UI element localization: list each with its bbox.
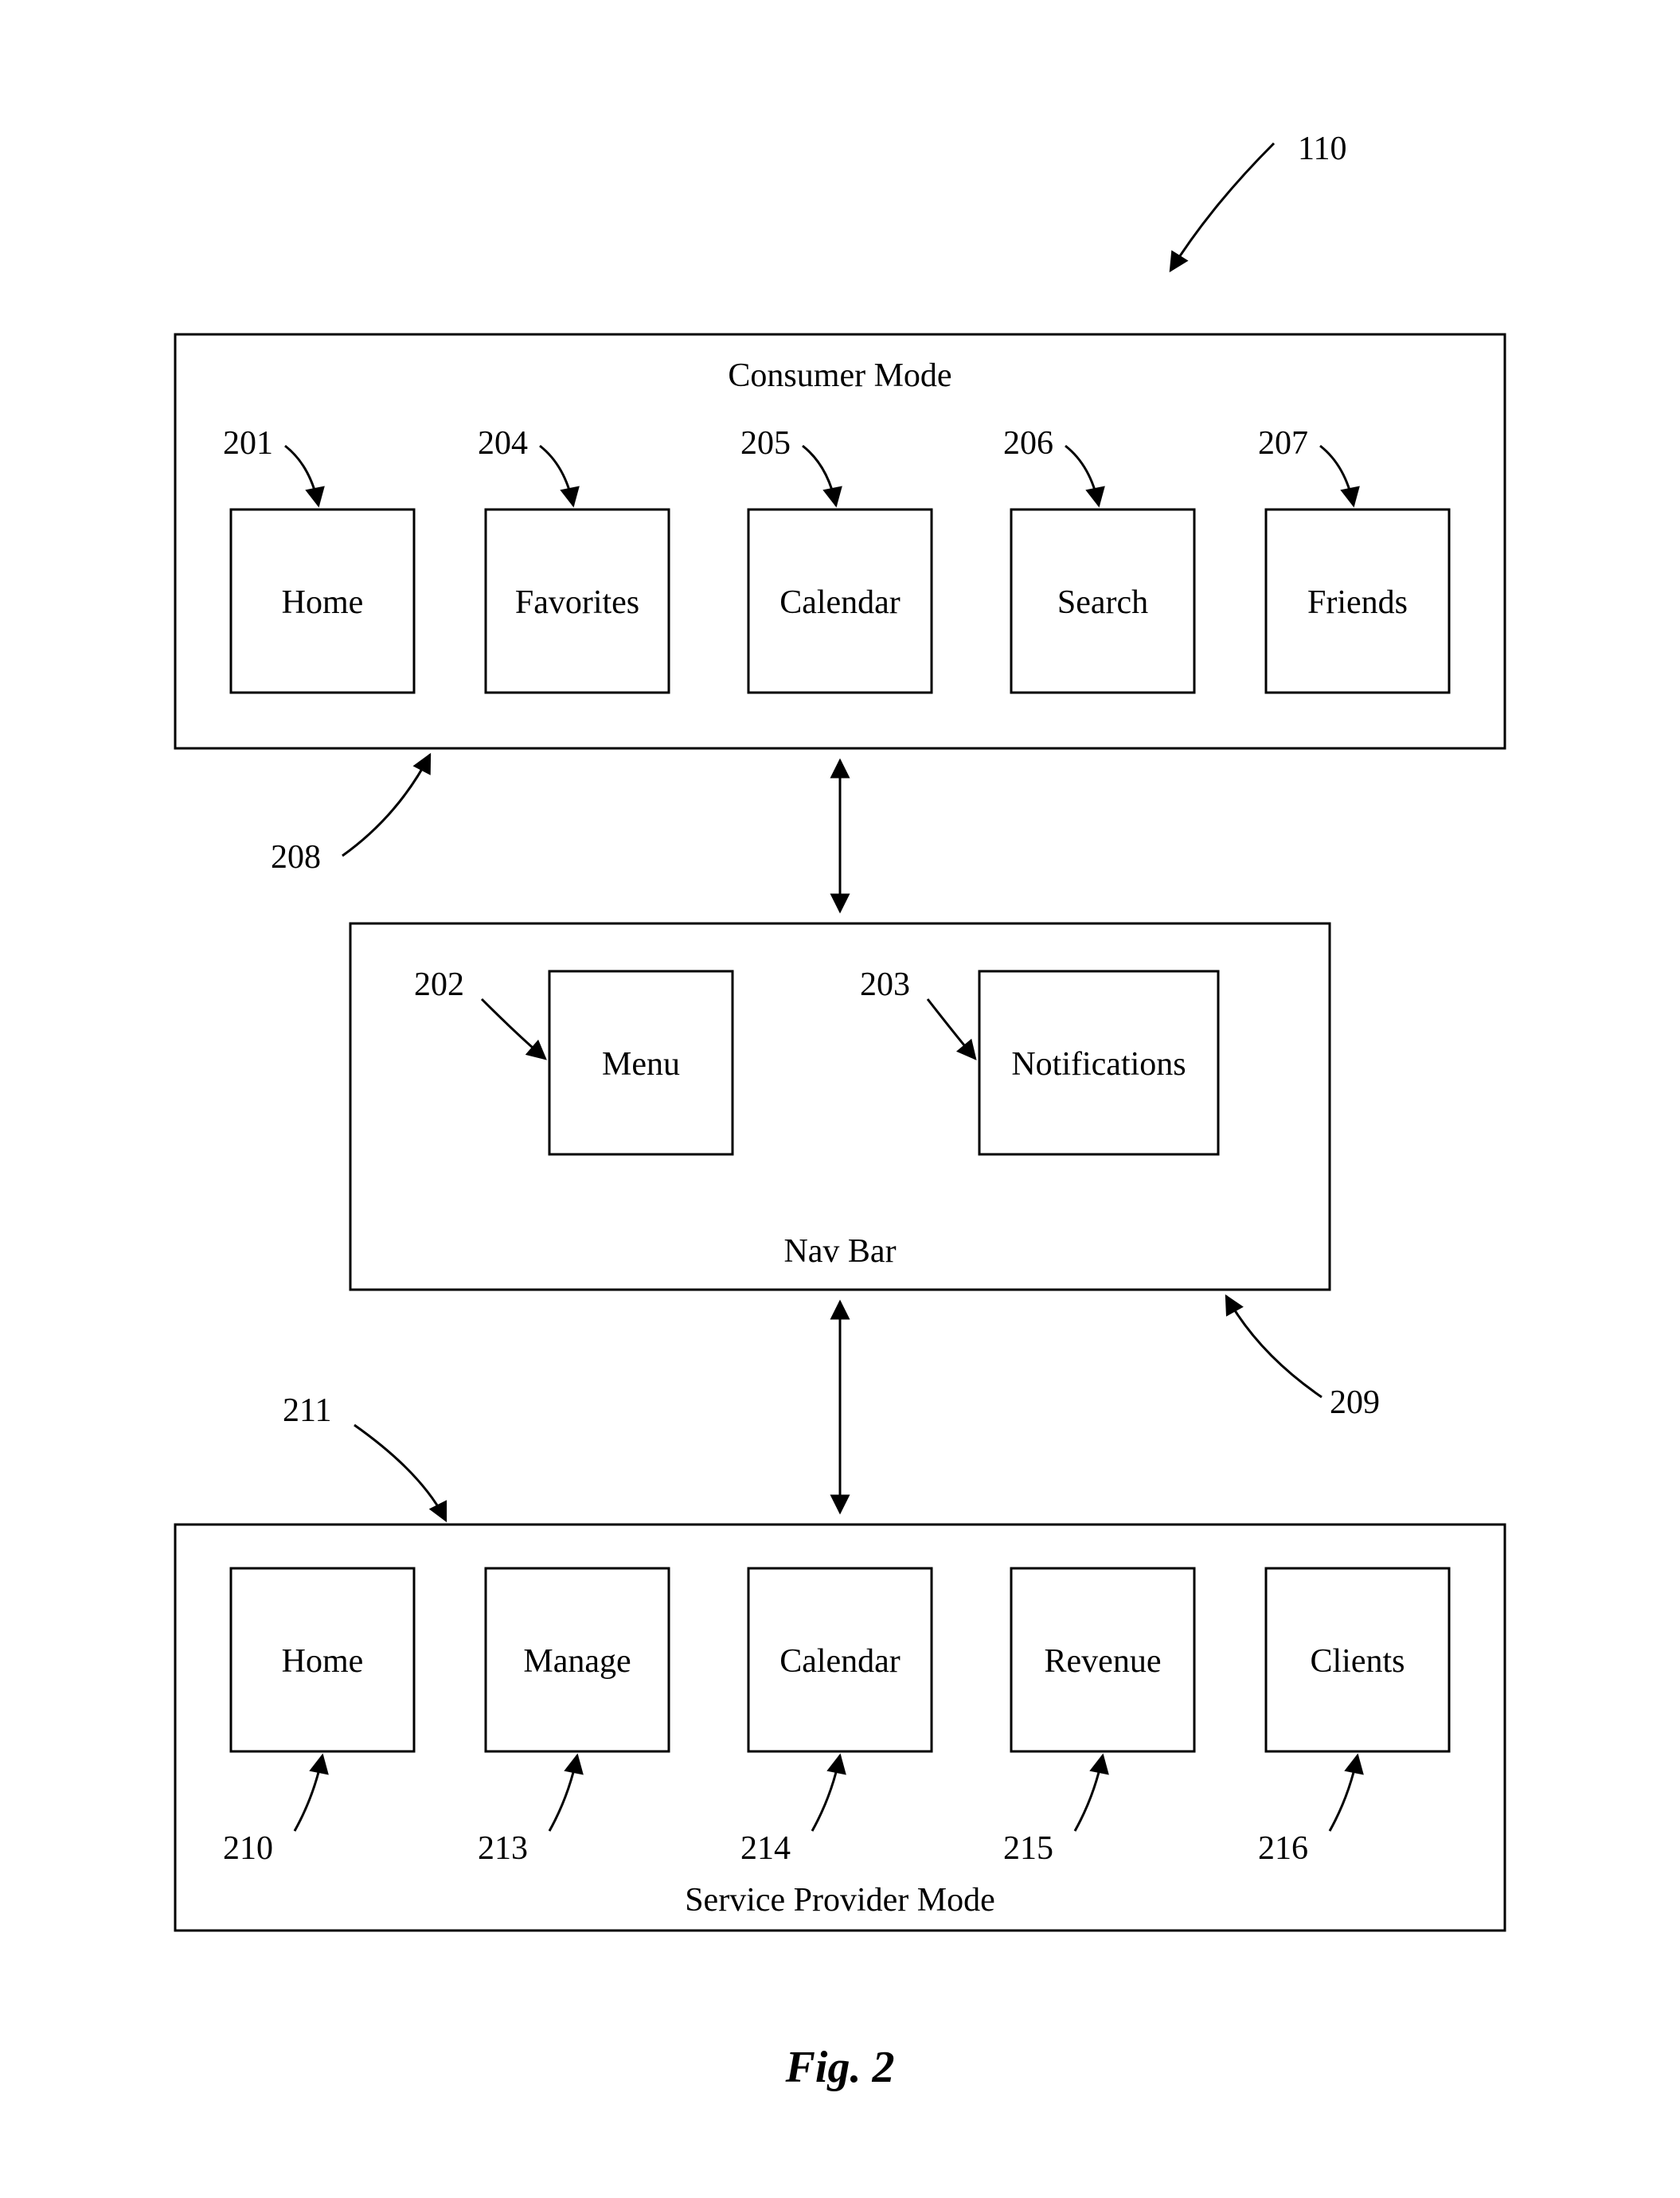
ref-214: 214 [740, 1830, 791, 1867]
svg-text:Calendar: Calendar [779, 584, 901, 621]
svg-text:Revenue: Revenue [1045, 1643, 1162, 1680]
ref-overall: 110 [1298, 131, 1346, 167]
provider-mode-container: Home 210 Manage 213 Calendar 214 Revenue… [175, 1525, 1505, 1931]
provider-box-clients: Clients 216 [1258, 1568, 1449, 1867]
navbar-title: Nav Bar [783, 1233, 896, 1270]
svg-text:Home: Home [282, 584, 364, 621]
ref-204: 204 [478, 425, 528, 462]
navbar-container: Nav Bar Menu 202 Notifications 203 [350, 923, 1330, 1290]
svg-text:Manage: Manage [523, 1643, 631, 1680]
svg-text:Menu: Menu [602, 1046, 680, 1083]
ref-205: 205 [740, 425, 791, 462]
provider-box-manage: Manage 213 [478, 1568, 669, 1867]
consumer-title: Consumer Mode [728, 357, 951, 394]
ref-216: 216 [1258, 1830, 1308, 1867]
ref-215: 215 [1003, 1830, 1053, 1867]
ref-206: 206 [1003, 425, 1053, 462]
consumer-box-favorites: Favorites 204 [478, 425, 669, 693]
ref-201: 201 [223, 425, 273, 462]
leader-209 [1226, 1296, 1322, 1397]
ref-211: 211 [283, 1392, 331, 1429]
svg-text:Clients: Clients [1310, 1643, 1405, 1680]
consumer-box-calendar: Calendar 205 [740, 425, 932, 693]
svg-text:Search: Search [1057, 584, 1148, 621]
leader-overall [1170, 143, 1274, 271]
consumer-box-home: Home 201 [223, 425, 414, 693]
consumer-box-search: Search 206 [1003, 425, 1194, 693]
ref-208: 208 [271, 839, 321, 876]
navbar-box-notifications: Notifications 203 [860, 966, 1218, 1154]
provider-title: Service Provider Mode [685, 1882, 995, 1919]
consumer-box-friends: Friends 207 [1258, 425, 1449, 693]
svg-text:Notifications: Notifications [1011, 1046, 1186, 1083]
ref-202: 202 [414, 966, 464, 1003]
ref-213: 213 [478, 1830, 528, 1867]
leader-208 [342, 755, 430, 856]
ref-210: 210 [223, 1830, 273, 1867]
leader-211 [354, 1425, 446, 1521]
provider-box-revenue: Revenue 215 [1003, 1568, 1194, 1867]
figure-caption: Fig. 2 [785, 2043, 895, 2092]
svg-text:Home: Home [282, 1643, 364, 1680]
svg-text:Favorites: Favorites [515, 584, 639, 621]
svg-text:Friends: Friends [1307, 584, 1408, 621]
ref-207: 207 [1258, 425, 1308, 462]
diagram-canvas: 110 Consumer Mode Home 201 Favorites 204… [0, 0, 1680, 2198]
ref-203: 203 [860, 966, 910, 1003]
provider-box-home: Home 210 [223, 1568, 414, 1867]
provider-box-calendar: Calendar 214 [740, 1568, 932, 1867]
ref-209: 209 [1330, 1384, 1380, 1421]
navbar-box-menu: Menu 202 [414, 966, 733, 1154]
svg-text:Calendar: Calendar [779, 1643, 901, 1680]
consumer-mode-container: Consumer Mode Home 201 Favorites 204 Cal… [175, 334, 1505, 748]
